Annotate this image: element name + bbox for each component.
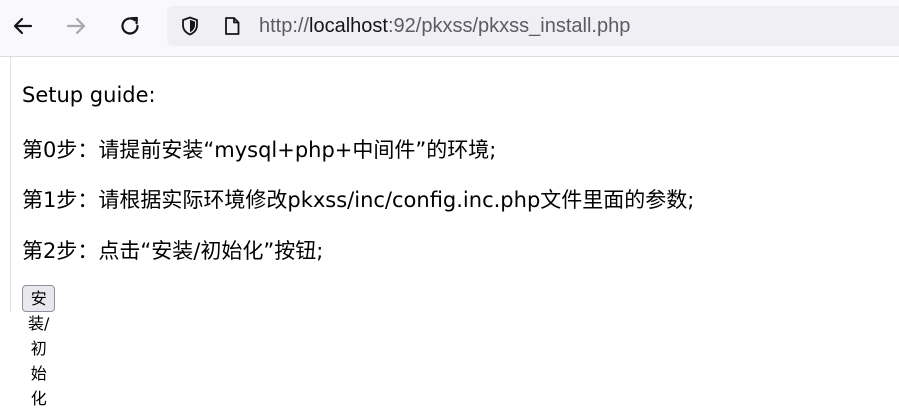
- page-icon[interactable]: [222, 16, 242, 36]
- arrow-right-icon: [66, 17, 86, 35]
- url-host: localhost: [309, 15, 388, 37]
- browser-toolbar: http://localhost:92/pkxss/pkxss_install.…: [0, 0, 899, 57]
- step-1-text: 第1步：请根据实际环境修改pkxss/inc/config.inc.php文件里…: [22, 188, 695, 212]
- url-prefix: http://: [259, 15, 310, 37]
- reload-button[interactable]: [113, 9, 147, 43]
- url-text[interactable]: http://localhost:92/pkxss/pkxss_install.…: [259, 6, 630, 46]
- arrow-left-icon: [13, 17, 33, 35]
- page-heading: Setup guide:: [22, 83, 156, 107]
- address-bar[interactable]: http://localhost:92/pkxss/pkxss_install.…: [167, 6, 899, 46]
- page-content: Setup guide: 第0步：请提前安装“mysql+php+中间件”的环境…: [10, 57, 899, 408]
- install-button[interactable]: 安装/初始化: [22, 285, 56, 408]
- shield-icon[interactable]: [180, 16, 200, 36]
- back-button[interactable]: [6, 9, 40, 43]
- url-rest: :92/pkxss/pkxss_install.php: [387, 15, 631, 37]
- step-0-text: 第0步：请提前安装“mysql+php+中间件”的环境;: [22, 138, 497, 162]
- forward-button[interactable]: [59, 9, 93, 43]
- reload-icon: [121, 16, 139, 35]
- step-2-text: 第2步：点击“安装/初始化”按钮;: [22, 239, 324, 263]
